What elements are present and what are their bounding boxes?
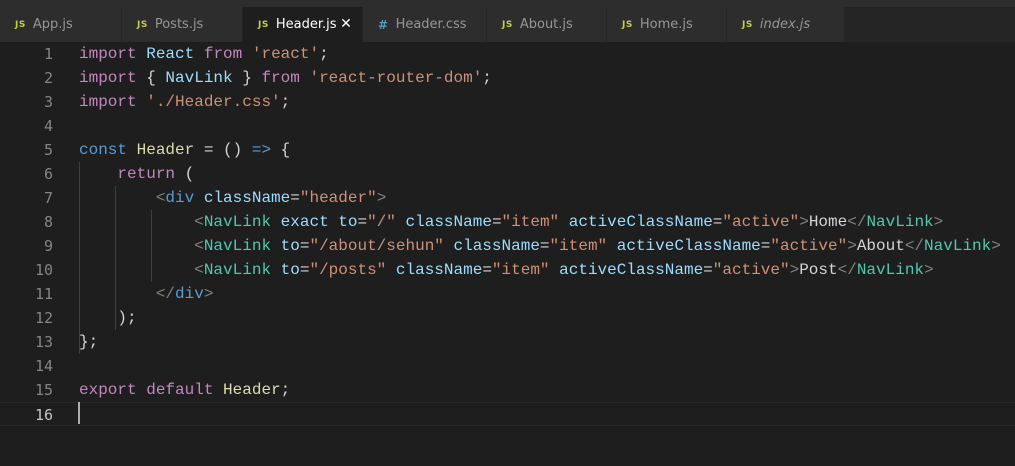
tab-about-js[interactable]: JS About.js — [487, 7, 607, 42]
line-number: 12 — [34, 309, 53, 327]
code-line: 13 }; — [0, 330, 1015, 354]
tab-label: Header.js — [275, 17, 337, 32]
line-number: 14 — [34, 357, 53, 375]
code-text: }; — [79, 333, 99, 351]
line-number: 15 — [34, 381, 53, 399]
code-line: 15 export default Header; — [0, 378, 1015, 402]
tab-label: App.js — [32, 17, 73, 32]
code-text: import React from 'react'; — [79, 45, 329, 63]
line-number: 8 — [43, 213, 53, 231]
code-text: <NavLink to="/about/sehun" className="it… — [194, 237, 1001, 255]
code-text: <NavLink to="/posts" className="item" ac… — [194, 261, 934, 279]
code-text: import { NavLink } from 'react-router-do… — [79, 69, 492, 87]
css-file-icon: # — [378, 17, 389, 32]
code-text: <div className="header"> — [155, 189, 387, 207]
javascript-file-icon: JS — [15, 19, 26, 30]
javascript-file-icon: JS — [742, 19, 753, 30]
line-number: 16 — [34, 406, 53, 424]
tab-label: Home.js — [639, 17, 693, 32]
line-number: 1 — [43, 45, 53, 63]
code-line: 3 import './Header.css'; — [0, 90, 1015, 114]
line-number: 2 — [43, 69, 53, 87]
tab-header-css[interactable]: # Header.css — [363, 7, 487, 42]
text-cursor — [78, 402, 80, 424]
code-line: 8 <NavLink exact to="/" className="item"… — [0, 210, 1015, 234]
line-number: 11 — [34, 285, 53, 303]
tab-header-js[interactable]: JS Header.js ✕ — [243, 7, 363, 42]
tab-label: index.js — [759, 17, 811, 32]
code-text: const Header = () => { — [79, 141, 291, 159]
code-line: 12 ); — [0, 306, 1015, 330]
code-line: 14 — [0, 354, 1015, 378]
code-editor[interactable]: 1 import React from 'react'; 2 import { … — [0, 42, 1015, 466]
code-line: 4 — [0, 114, 1015, 138]
javascript-file-icon: JS — [137, 19, 148, 30]
tab-label: Header.css — [395, 17, 467, 32]
code-text: ); — [117, 309, 137, 327]
code-line: 10 <NavLink to="/posts" className="item"… — [0, 258, 1015, 282]
line-number: 3 — [43, 93, 53, 111]
code-line: 1 import React from 'react'; — [0, 42, 1015, 66]
code-line: 7 <div className="header"> — [0, 186, 1015, 210]
tab-posts-js[interactable]: JS Posts.js — [122, 7, 243, 42]
code-line: 11 </div> — [0, 282, 1015, 306]
code-text: import './Header.css'; — [79, 93, 291, 111]
code-line: 5 const Header = () => { — [0, 138, 1015, 162]
line-number: 10 — [34, 261, 53, 279]
code-text: </div> — [155, 285, 214, 303]
line-number: 13 — [34, 333, 53, 351]
tab-label: Posts.js — [154, 17, 204, 32]
code-text: export default Header; — [79, 381, 291, 399]
javascript-file-icon: JS — [258, 19, 269, 30]
line-number: 5 — [43, 141, 53, 159]
line-number: 4 — [43, 117, 53, 135]
tab-app-js[interactable]: JS App.js — [0, 7, 122, 42]
line-number: 9 — [43, 237, 53, 255]
tab-label: About.js — [519, 17, 573, 32]
tab-index-js[interactable]: JS index.js — [727, 7, 845, 42]
close-icon[interactable]: ✕ — [338, 16, 354, 32]
code-line: 9 <NavLink to="/about/sehun" className="… — [0, 234, 1015, 258]
javascript-file-icon: JS — [502, 19, 513, 30]
javascript-file-icon: JS — [622, 19, 633, 30]
code-line: 6 return ( — [0, 162, 1015, 186]
line-number: 6 — [43, 165, 53, 183]
line-number: 7 — [43, 189, 53, 207]
tab-home-js[interactable]: JS Home.js — [607, 7, 727, 42]
code-line: 2 import { NavLink } from 'react-router-… — [0, 66, 1015, 90]
window-top-strip — [0, 0, 1015, 7]
code-text: return ( — [117, 165, 195, 183]
editor-tab-bar: JS App.js JS Posts.js JS Header.js ✕ # H… — [0, 7, 1015, 42]
current-code-line: 16 — [0, 402, 1015, 426]
code-text: <NavLink exact to="/" className="item" a… — [194, 213, 944, 231]
